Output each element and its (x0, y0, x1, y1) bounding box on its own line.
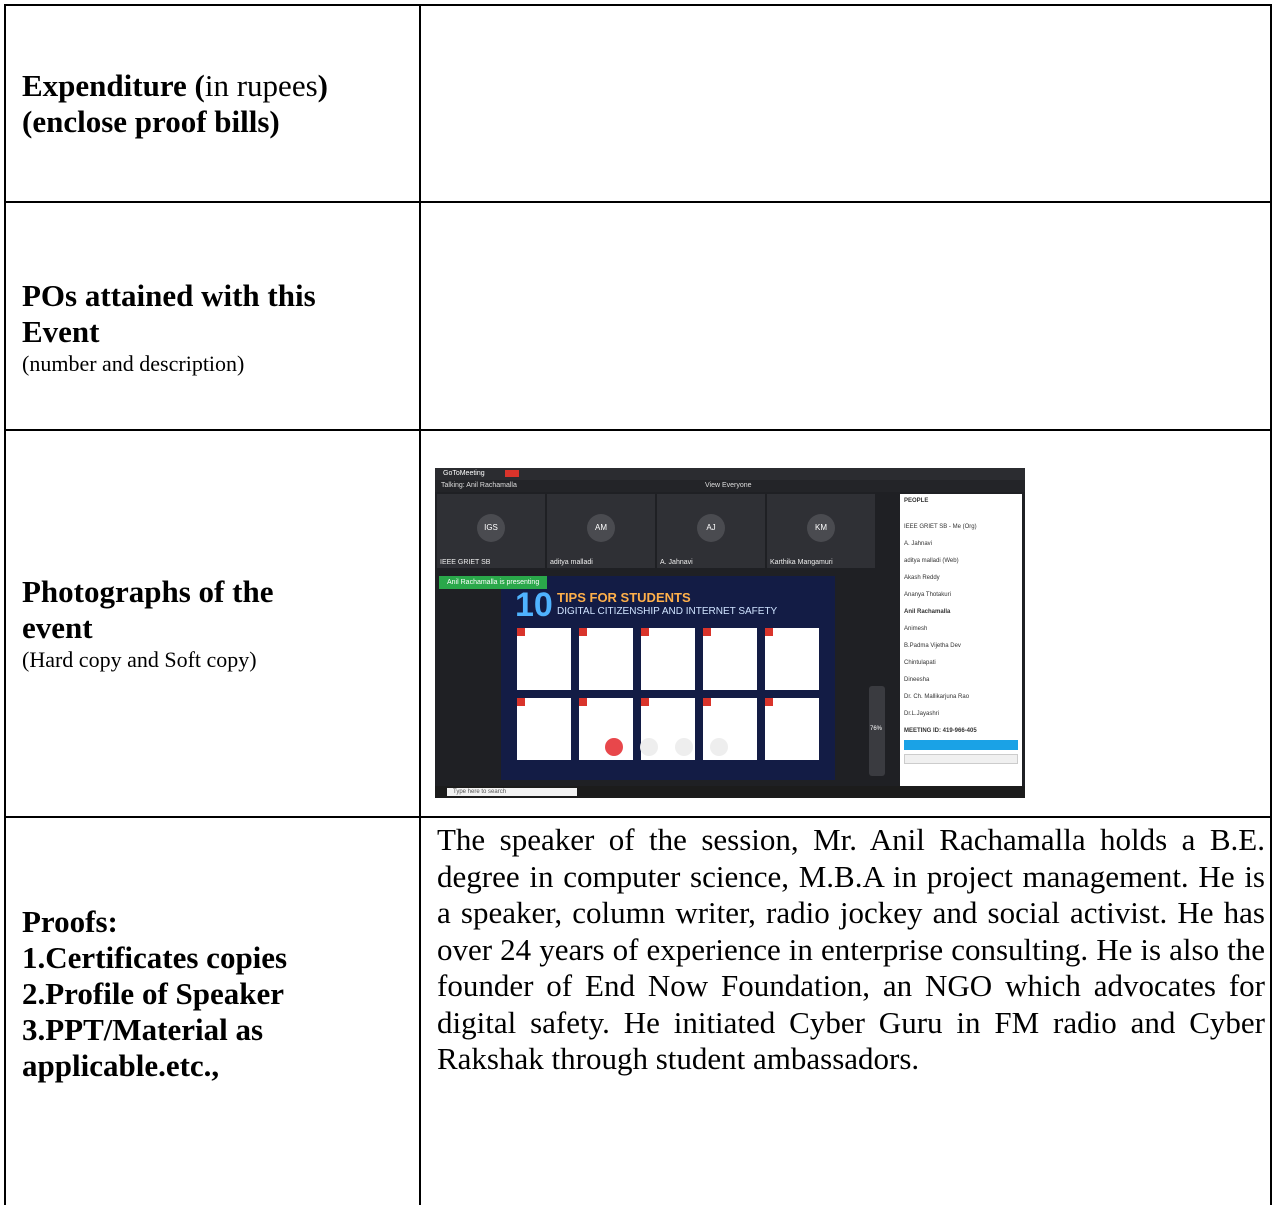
people-panel: PEOPLE IEEE GRIET SB - Me (Org) A. Jahna… (900, 494, 1022, 790)
row-divider-3 (4, 816, 1272, 818)
invite-button[interactable] (904, 754, 1018, 764)
participant[interactable]: A. Jahnavi (904, 541, 932, 547)
video-tile: AJ A. Jahnavi (657, 494, 765, 568)
tile-name: Karthika Mangamuri (770, 559, 833, 566)
video-tile: KM Karthika Mangamuri (767, 494, 875, 568)
zoom-control[interactable]: 76% (869, 686, 885, 776)
photos-label: Photographs of the event (Hard copy and … (22, 574, 412, 674)
copy-meeting-link-button[interactable] (904, 740, 1018, 750)
proofs-item-3: 3.PPT/Material as (22, 1012, 264, 1047)
photos-note: (Hard copy and Soft copy) (22, 647, 257, 672)
expenditure-note: (enclose proof bills) (22, 104, 280, 139)
talking-label: Talking: Anil Rachamalla (441, 482, 517, 489)
tile-name: A. Jahnavi (660, 559, 693, 566)
camera-button[interactable] (640, 738, 658, 756)
speaker-profile: The speaker of the session, Mr. Anil Rac… (437, 822, 1265, 1076)
screen-button[interactable] (675, 738, 693, 756)
proofs-item-1: 1.Certificates copies (22, 940, 288, 975)
pos-label: POs attained with this Event (number and… (22, 278, 412, 378)
proofs-label: Proofs: 1.Certificates copies 2.Profile … (22, 904, 412, 1084)
leave-button[interactable] (710, 738, 728, 756)
participant[interactable]: Dineesha (904, 677, 929, 683)
pos-title-line2: Event (22, 314, 100, 349)
tile-name: aditya malladi (550, 559, 593, 566)
table-border-left (4, 4, 6, 1205)
avatar: AJ (697, 514, 725, 542)
tip-card (517, 628, 571, 690)
tip-card (703, 628, 757, 690)
rec-badge (505, 470, 519, 477)
proofs-item-3-cont: applicable.etc., (22, 1048, 220, 1083)
avatar: KM (807, 514, 835, 542)
participant[interactable]: Akash Reddy (904, 575, 940, 581)
participant[interactable]: Dr.L.Jayashri (904, 711, 939, 717)
slide-subtitle: DIGITAL CITIZENSHIP AND INTERNET SAFETY (557, 606, 778, 617)
pos-note: (number and description) (22, 351, 245, 376)
participant[interactable]: Chintulapati (904, 660, 936, 666)
table-border-top (4, 4, 1272, 6)
zoom-level: 76% (870, 726, 883, 732)
mic-button[interactable] (605, 738, 623, 756)
participant[interactable]: Dr. Ch. Mallikarjuna Rao (904, 694, 969, 700)
participant[interactable]: IEEE GRIET SB - Me (Org) (904, 524, 977, 530)
table-border-right (1270, 4, 1272, 1205)
participant[interactable]: B.Padma Vijetha Dev (904, 643, 961, 649)
participant[interactable]: aditya malladi (Web) (904, 558, 959, 564)
tip-card (641, 628, 695, 690)
proofs-title: Proofs: (22, 904, 118, 939)
row-divider-1 (4, 201, 1272, 203)
photos-title-line1: Photographs of the (22, 574, 274, 609)
meeting-id: MEETING ID: 419-966-405 (904, 728, 977, 734)
video-tile: IGS IEEE GRIET SB (437, 494, 545, 568)
people-header: PEOPLE (904, 498, 929, 504)
expenditure-label-unit: in rupees (204, 68, 318, 103)
expenditure-label: Expenditure (in rupees) (enclose proof b… (22, 68, 412, 140)
windows-taskbar: Type here to search (435, 786, 1025, 798)
proofs-item-2: 2.Profile of Speaker (22, 976, 285, 1011)
avatar: IGS (477, 514, 505, 542)
tip-card (517, 698, 571, 760)
presenting-badge: Anil Rachamalla is presenting (439, 576, 548, 589)
pos-title-line1: POs attained with this (22, 278, 316, 313)
participant[interactable]: Ananya Thotakuri (904, 592, 951, 598)
app-name: GoToMeeting (443, 470, 485, 477)
meeting-subbar: Talking: Anil Rachamalla View Everyone (435, 480, 1025, 492)
slide-title: TIPS FOR STUDENTS (557, 590, 691, 605)
tip-card (765, 698, 819, 760)
tile-name: IEEE GRIET SB (440, 559, 491, 566)
view-selector: View Everyone (705, 482, 752, 489)
row-divider-2 (4, 429, 1272, 431)
participant[interactable]: Anil Rachamalla (904, 609, 950, 615)
video-tile: AM aditya malladi (547, 494, 655, 568)
tip-card (579, 628, 633, 690)
tip-card (765, 628, 819, 690)
shared-slide: 10 TIPS FOR STUDENTS DIGITAL CITIZENSHIP… (501, 576, 835, 780)
expenditure-label-bold: Expenditure ( (22, 68, 205, 103)
taskbar-search[interactable]: Type here to search (447, 788, 577, 796)
meeting-titlebar: GoToMeeting (435, 468, 1025, 480)
event-photograph: GoToMeeting Talking: Anil Rachamalla Vie… (435, 468, 1025, 798)
photos-title-line2: event (22, 610, 93, 645)
avatar: AM (587, 514, 615, 542)
participant[interactable]: Animesh (904, 626, 927, 632)
expenditure-label-close: ) (317, 68, 328, 103)
column-divider (419, 4, 421, 1205)
slide-number: 10 (515, 586, 553, 624)
